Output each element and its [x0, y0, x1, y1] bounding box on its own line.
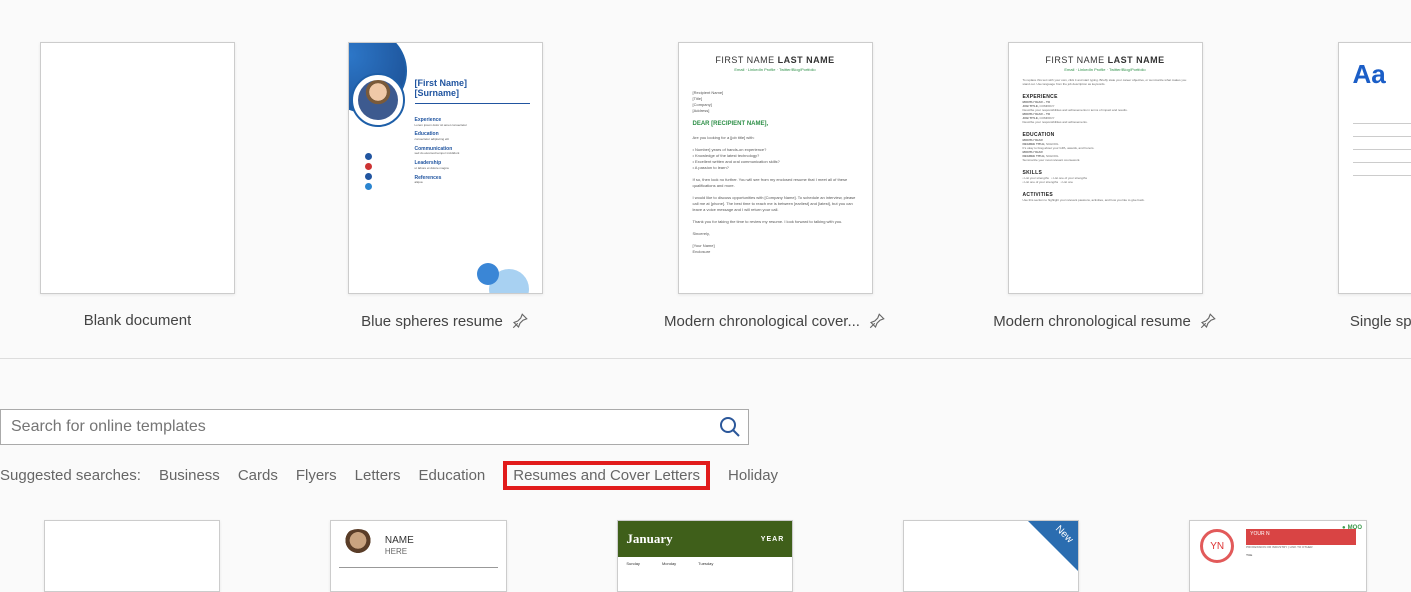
template-caption: Modern chronological cover... [664, 313, 860, 330]
suggested-searches-row: Suggested searches: Business Cards Flyer… [0, 461, 1411, 490]
search-section: Suggested searches: Business Cards Flyer… [0, 409, 1411, 490]
template-blank-document[interactable]: Blank document [40, 42, 235, 329]
template-modern-chronological-resume[interactable]: FIRST NAME LAST NAME Email · LinkedIn Pr… [985, 42, 1225, 330]
template-lower-4[interactable]: New [903, 520, 1079, 592]
template-modern-chronological-cover-letter[interactable]: FIRST NAME LAST NAME Email · LinkedIn Pr… [655, 42, 895, 330]
suggested-search-education[interactable]: Education [419, 467, 486, 484]
template-lower-1[interactable] [44, 520, 220, 592]
suggested-search-cards[interactable]: Cards [238, 467, 278, 484]
template-single-spaced-blank[interactable]: Aa Single spaced (blank) [1315, 42, 1411, 330]
template-lower-3[interactable]: JanuaryYEAR SundayMondayTuesday [617, 520, 793, 592]
suggested-search-resumes-cover-letters[interactable]: Resumes and Cover Letters [513, 467, 700, 484]
template-blue-spheres-resume[interactable]: [First Name][Surname] ExperienceLorem ip… [325, 42, 565, 330]
template-thumb [40, 42, 235, 294]
template-thumb: [First Name][Surname] ExperienceLorem ip… [348, 42, 543, 294]
template-lower-2[interactable]: NAMEHERE [330, 520, 507, 592]
lower-templates-row: NAMEHERE JanuaryYEAR SundayMondayTuesday… [0, 490, 1411, 592]
suggested-search-business[interactable]: Business [159, 467, 220, 484]
template-caption: Blank document [84, 312, 192, 329]
template-thumb: FIRST NAME LAST NAME Email · LinkedIn Pr… [1008, 42, 1203, 294]
suggested-searches-label: Suggested searches: [0, 467, 141, 484]
divider [0, 358, 1411, 359]
pin-icon[interactable] [1199, 312, 1217, 330]
search-input[interactable] [1, 418, 716, 436]
suggested-search-holiday[interactable]: Holiday [728, 467, 778, 484]
template-caption: Single spaced (blank) [1350, 313, 1411, 330]
search-box [0, 409, 749, 445]
suggested-search-letters[interactable]: Letters [355, 467, 401, 484]
template-caption: Modern chronological resume [993, 313, 1191, 330]
template-thumb: Aa [1338, 42, 1411, 294]
top-templates-row: Blank document [First Name][Surname] Exp… [0, 0, 1411, 358]
highlighted-search-box: Resumes and Cover Letters [503, 461, 710, 490]
template-caption: Blue spheres resume [361, 313, 503, 330]
pin-icon[interactable] [868, 312, 886, 330]
suggested-search-flyers[interactable]: Flyers [296, 467, 337, 484]
pin-icon[interactable] [511, 312, 529, 330]
template-thumb: FIRST NAME LAST NAME Email · LinkedIn Pr… [678, 42, 873, 294]
search-icon[interactable] [716, 413, 744, 441]
template-lower-5[interactable]: MOO YN YOUR N PROFESSION OR INDUSTRY | L… [1189, 520, 1367, 592]
